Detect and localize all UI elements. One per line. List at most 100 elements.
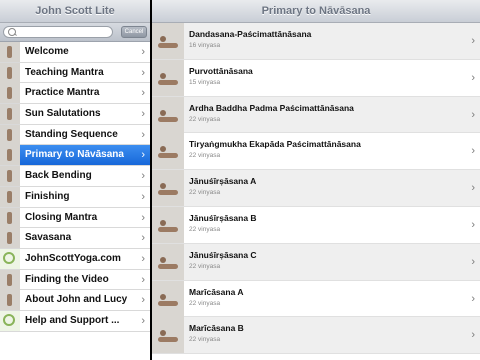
menu-item-label: Sun Salutations xyxy=(25,108,101,120)
pose-vinyasa-count: 15 vinyasa xyxy=(189,78,221,86)
menu-item-label: JohnScottYoga.com xyxy=(25,252,121,264)
pose-thumbnail-icon xyxy=(0,83,20,104)
pose-thumbnail-icon xyxy=(152,317,184,354)
pose-title: Marīcāsana B xyxy=(189,323,244,334)
chevron-right-icon: › xyxy=(141,273,145,286)
pose-thumbnail-icon xyxy=(152,23,184,59)
pose-title: Ardha Baddha Padma Paścimattānāsana xyxy=(189,102,354,113)
chevron-right-icon: › xyxy=(471,108,475,121)
chevron-right-icon: › xyxy=(141,87,145,100)
pose-row[interactable]: Jānuśīrṣāsana A 22 vinyasa › xyxy=(152,170,480,207)
pose-thumbnail-icon xyxy=(0,290,20,311)
menu-item[interactable]: Closing Mantra › xyxy=(0,207,150,229)
chevron-right-icon: › xyxy=(141,46,145,58)
pose-thumbnail-icon xyxy=(152,170,184,207)
pose-title: Tiryaṅgmukha Ekapāda Paścimattānāsana xyxy=(189,139,361,150)
pose-vinyasa-count: 22 vinyasa xyxy=(189,152,221,160)
pose-thumbnail-icon xyxy=(0,104,20,125)
pose-thumbnail-icon xyxy=(152,133,184,170)
right-navbar-title: Primary to Nāvāsana xyxy=(152,0,480,23)
menu-item[interactable]: Practice Mantra › xyxy=(0,83,150,105)
chevron-right-icon: › xyxy=(141,190,145,203)
chevron-right-icon: › xyxy=(141,252,145,265)
chevron-right-icon: › xyxy=(471,35,475,47)
chevron-right-icon: › xyxy=(141,108,145,121)
chevron-right-icon: › xyxy=(471,255,475,268)
menu-item[interactable]: Welcome › xyxy=(0,42,150,63)
pose-vinyasa-count: 22 vinyasa xyxy=(189,262,221,270)
chevron-right-icon: › xyxy=(141,314,145,327)
chevron-right-icon: › xyxy=(471,218,475,231)
left-navbar-title: John Scott Lite xyxy=(0,0,150,23)
pose-title: Marīcāsana A xyxy=(189,286,244,297)
chevron-right-icon: › xyxy=(471,329,475,342)
pose-thumbnail-icon xyxy=(0,62,20,83)
logo-icon xyxy=(0,310,20,331)
chevron-right-icon: › xyxy=(471,71,475,84)
menu-item[interactable]: Help and Support ... › xyxy=(0,310,150,332)
menu-item-label: Finding the Video xyxy=(25,273,109,285)
menu-item-label: Savasana xyxy=(25,232,72,244)
search-icon xyxy=(8,28,16,36)
logo-icon xyxy=(0,248,20,269)
menu-item[interactable]: Finding the Video › xyxy=(0,269,150,291)
pose-vinyasa-count: 22 vinyasa xyxy=(189,225,221,233)
pose-vinyasa-count: 16 vinyasa xyxy=(189,42,221,49)
menu-item[interactable]: Teaching Mantra › xyxy=(0,62,150,84)
chevron-right-icon: › xyxy=(141,149,145,162)
chevron-right-icon: › xyxy=(141,66,145,79)
chevron-right-icon: › xyxy=(141,232,145,245)
pose-vinyasa-count: 22 vinyasa xyxy=(189,115,221,123)
pose-thumbnail-icon xyxy=(0,166,20,187)
menu-item-label: Primary to Nāvāsana xyxy=(25,149,124,161)
menu-item[interactable]: Finishing › xyxy=(0,186,150,208)
pose-thumbnail-icon xyxy=(0,228,20,249)
pose-vinyasa-count: 22 vinyasa xyxy=(189,299,221,307)
menu-list: Welcome › Teaching Mantra › Practice Mantra ›… xyxy=(0,42,150,332)
pose-thumbnail-icon xyxy=(152,206,184,243)
pose-row[interactable]: Marīcāsana B 22 vinyasa › xyxy=(152,317,480,355)
search-input[interactable] xyxy=(3,26,113,38)
menu-item[interactable]: Standing Sequence › xyxy=(0,124,150,146)
menu-item[interactable]: Savasana › xyxy=(0,228,150,249)
cancel-button[interactable]: Cancel xyxy=(121,26,147,38)
pose-title: Jānuśīrṣāsana C xyxy=(189,249,257,260)
pose-row[interactable]: Marīcāsana A 22 vinyasa › xyxy=(152,280,480,318)
pose-title: Dandasana-Paścimattānāsana xyxy=(189,29,312,39)
menu-item-label: Help and Support ... xyxy=(25,314,120,326)
chevron-right-icon: › xyxy=(141,294,145,307)
menu-item[interactable]: Back Bending › xyxy=(0,166,150,187)
pose-title: Purvottānāsana xyxy=(189,65,253,76)
pose-thumbnail-icon xyxy=(0,186,20,207)
pose-row[interactable]: Jānuśīrṣāsana C 22 vinyasa › xyxy=(152,243,480,281)
pose-thumbnail-icon xyxy=(0,207,20,228)
pose-thumbnail-icon xyxy=(152,243,184,280)
chevron-right-icon: › xyxy=(141,170,145,183)
chevron-right-icon: › xyxy=(471,292,475,305)
pose-vinyasa-count: 22 vinyasa xyxy=(189,189,221,197)
menu-item[interactable]: About John and Lucy › xyxy=(0,290,150,311)
pose-title: Jānuśīrṣāsana A xyxy=(189,176,257,187)
pose-row[interactable]: Tiryaṅgmukha Ekapāda Paścimattānāsana 22 … xyxy=(152,133,480,171)
menu-item-label: Practice Mantra xyxy=(25,87,100,99)
menu-item[interactable]: JohnScottYoga.com › xyxy=(0,248,150,270)
pose-row[interactable]: Dandasana-Paścimattānāsana 16 vinyasa › xyxy=(152,23,480,60)
menu-item-label: Finishing xyxy=(25,190,70,202)
right-pane: Primary to Nāvāsana Dandasana-Paścimattā… xyxy=(152,0,480,360)
pose-title: Jānuśīrṣāsana B xyxy=(189,212,257,223)
menu-item-label: Closing Mantra xyxy=(25,211,98,223)
chevron-right-icon: › xyxy=(141,211,145,224)
pose-thumbnail-icon xyxy=(0,42,20,62)
pose-row[interactable]: Ardha Baddha Padma Paścimattānāsana 22 vi… xyxy=(152,96,480,134)
menu-item[interactable]: Primary to Nāvāsana › xyxy=(0,145,150,167)
pose-thumbnail-icon xyxy=(152,96,184,133)
menu-item-label: Teaching Mantra xyxy=(25,66,104,78)
pose-vinyasa-count: 22 vinyasa xyxy=(189,336,221,344)
pose-list: Dandasana-Paścimattānāsana 16 vinyasa › Pur… xyxy=(152,23,480,355)
pose-row[interactable]: Jānuśīrṣāsana B 22 vinyasa › xyxy=(152,206,480,244)
menu-item[interactable]: Sun Salutations › xyxy=(0,104,150,125)
pose-thumbnail-icon xyxy=(152,280,184,317)
chevron-right-icon: › xyxy=(141,128,145,141)
pose-row[interactable]: Purvottānāsana 15 vinyasa › xyxy=(152,59,480,97)
menu-item-label: Back Bending xyxy=(25,170,92,182)
